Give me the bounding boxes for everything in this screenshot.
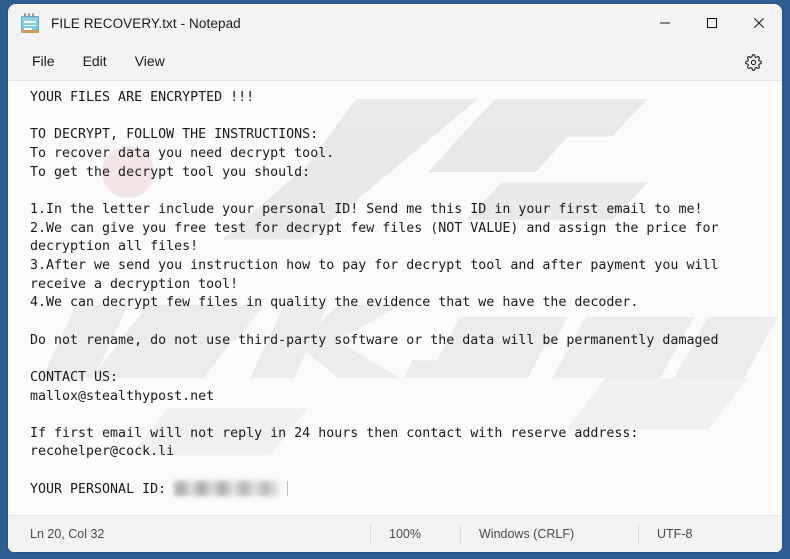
gear-icon	[744, 53, 762, 71]
menu-item-edit[interactable]: Edit	[72, 48, 118, 74]
text-caret	[287, 480, 289, 496]
notepad-icon	[21, 13, 39, 33]
menu-bar: File Edit View	[8, 42, 782, 81]
status-line-ending[interactable]: Windows (CRLF)	[460, 524, 574, 544]
menu-item-file[interactable]: File	[21, 48, 66, 74]
window-controls	[641, 4, 782, 42]
maximize-icon	[706, 17, 717, 29]
window-title: FILE RECOVERY.txt - Notepad	[51, 15, 241, 31]
status-bar: Ln 20, Col 32 100% Windows (CRLF) UTF-8	[8, 515, 782, 552]
ransom-note-body: YOUR FILES ARE ENCRYPTED !!! TO DECRYPT,…	[30, 90, 719, 497]
ransom-note-text[interactable]: YOUR FILES ARE ENCRYPTED !!! TO DECRYPT,…	[30, 89, 782, 499]
title-bar[interactable]: FILE RECOVERY.txt - Notepad	[8, 4, 782, 42]
minimize-button[interactable]	[641, 4, 688, 42]
personal-id-redacted: [redacted]	[174, 480, 281, 496]
minimize-icon	[659, 22, 670, 24]
close-icon	[753, 18, 764, 28]
text-editor-area[interactable]: YOUR FILES ARE ENCRYPTED !!! TO DECRYPT,…	[8, 81, 782, 515]
status-cursor-position: Ln 20, Col 32	[30, 527, 105, 541]
notepad-window: FILE RECOVERY.txt - Notepad File Edit Vi…	[8, 4, 782, 552]
close-button[interactable]	[735, 4, 782, 42]
menu-item-view[interactable]: View	[124, 48, 176, 74]
maximize-button[interactable]	[688, 4, 735, 42]
status-zoom-level[interactable]: 100%	[370, 524, 421, 544]
status-encoding[interactable]: UTF-8	[638, 524, 692, 544]
settings-button[interactable]	[738, 48, 768, 76]
